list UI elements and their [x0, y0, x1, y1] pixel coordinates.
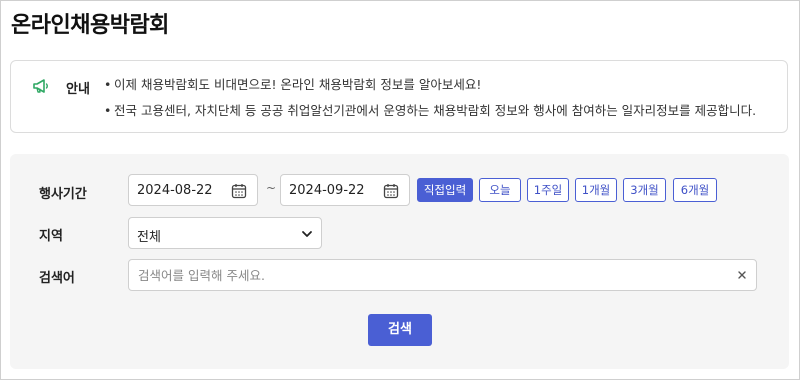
period-1month-button[interactable]: 1개월 [575, 178, 617, 202]
notice-box: 안내 • 이제 채용박람회도 비대면으로! 온라인 채용박람회 정보를 알아보세요… [10, 60, 788, 133]
period-label: 행사기간 [39, 187, 87, 202]
date-separator: ~ [266, 181, 277, 195]
keyword-input[interactable] [130, 261, 725, 289]
period-today-button[interactable]: 오늘 [479, 178, 521, 202]
megaphone-icon [33, 79, 48, 93]
notice-title: 안내 [66, 82, 90, 97]
page-title: 온라인채용박람회 [11, 13, 169, 38]
region-select[interactable]: 전체 [128, 217, 322, 249]
period-custom-button[interactable]: 직접입력 [417, 178, 473, 202]
date-from-input[interactable]: 2024-08-22 [128, 174, 258, 206]
calendar-icon[interactable] [231, 183, 247, 199]
chevron-down-icon [302, 231, 312, 237]
calendar-icon[interactable] [383, 183, 399, 199]
date-to-input[interactable]: 2024-09-22 [280, 174, 410, 206]
notice-list: • 이제 채용박람회도 비대면으로! 온라인 채용박람회 정보를 알아보세요! •… [104, 77, 756, 129]
region-select-value: 전체 [137, 230, 161, 245]
region-label: 지역 [39, 229, 63, 244]
date-from-value: 2024-08-22 [137, 183, 213, 198]
search-panel: 행사기간 2024-08-22 ~ 2024-09-22 직접입력 오늘 1주일… [10, 154, 789, 369]
date-to-value: 2024-09-22 [289, 183, 365, 198]
notice-item-text: 이제 채용박람회도 비대면으로! 온라인 채용박람회 정보를 알아보세요! [114, 77, 482, 92]
period-1week-button[interactable]: 1주일 [527, 178, 569, 202]
search-button[interactable]: 검색 [368, 314, 432, 346]
clear-icon[interactable] [737, 270, 747, 280]
notice-item: • 전국 고용센터, 자치단체 등 공공 취업알선기관에서 운영하는 채용박람회 … [104, 103, 757, 118]
period-6month-button[interactable]: 6개월 [673, 178, 717, 202]
notice-item: • 이제 채용박람회도 비대면으로! 온라인 채용박람회 정보를 알아보세요! [104, 77, 482, 92]
notice-item-text: 전국 고용센터, 자치단체 등 공공 취업알선기관에서 운영하는 채용박람회 정… [114, 103, 757, 118]
keyword-label: 검색어 [39, 271, 75, 286]
page-frame: 온라인채용박람회 안내 • 이제 채용박람회도 비대면으로! 온라인 채용박람회 … [0, 0, 800, 380]
keyword-field[interactable] [128, 259, 757, 291]
period-3month-button[interactable]: 3개월 [623, 178, 666, 202]
